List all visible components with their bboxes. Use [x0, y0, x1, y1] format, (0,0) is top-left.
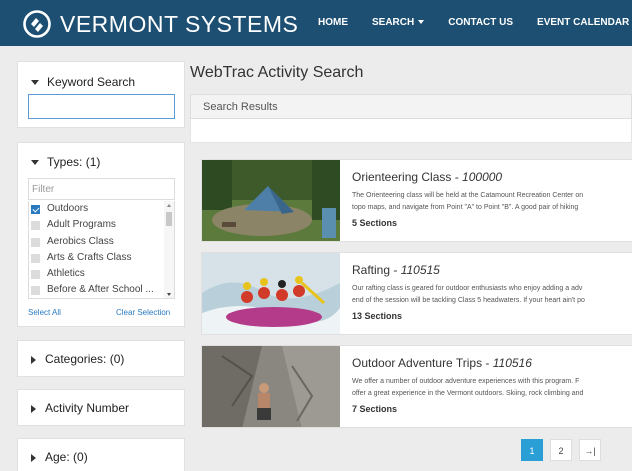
caret-right-icon	[31, 453, 36, 462]
type-option-label: Arts & Crafts Class	[47, 251, 132, 263]
categories-count: (0)	[109, 352, 125, 366]
checkbox-icon[interactable]	[31, 286, 40, 296]
types-scrollbar[interactable]	[164, 201, 174, 298]
types-title: Types:	[47, 155, 83, 169]
page-2-button[interactable]: 2	[550, 439, 572, 461]
scroll-down-icon[interactable]	[167, 293, 171, 296]
nav-contact-us[interactable]: CONTACT US	[448, 17, 513, 28]
type-option-label: Before & After School ...	[47, 284, 154, 296]
activity-card-orienteering[interactable]: Orienteering Class - 100000 The Orientee…	[201, 159, 632, 242]
types-filter-input[interactable]: Filter	[28, 178, 175, 200]
activity-description: We offer a number of outdoor adventure e…	[352, 376, 632, 400]
activity-card-rafting[interactable]: Rafting - 110515 Our rafting class is ge…	[201, 252, 632, 335]
categories-panel[interactable]: Categories: (0)	[17, 340, 185, 377]
type-option-adult-programs[interactable]: Adult Programs	[29, 217, 174, 233]
keyword-search-input[interactable]	[28, 94, 175, 119]
types-count: (1)	[85, 155, 101, 169]
last-page-button[interactable]: →|	[579, 439, 601, 461]
select-all-link[interactable]: Select All	[28, 308, 61, 317]
age-title: Age:	[45, 450, 70, 464]
activity-title[interactable]: Rafting - 110515	[352, 263, 440, 277]
types-toggle[interactable]: Types: (1)	[31, 155, 100, 169]
description-line: We offer a number of outdoor adventure e…	[352, 378, 580, 385]
activity-name: Orienteering Class -	[352, 170, 463, 184]
description-line: The Orienteering class will be held at t…	[352, 192, 584, 199]
activity-code: 110516	[492, 356, 532, 370]
clear-selection-link[interactable]: Clear Selection	[116, 308, 170, 317]
caret-right-icon	[31, 404, 36, 413]
description-line: offer a great experience in the Vermont …	[352, 390, 584, 397]
categories-toggle[interactable]: Categories: (0)	[31, 352, 124, 366]
activity-number-toggle[interactable]: Activity Number	[31, 401, 129, 415]
type-option-label: Athletics	[47, 268, 85, 280]
scroll-up-icon[interactable]	[167, 204, 171, 207]
checkbox-checked-icon[interactable]	[31, 205, 40, 214]
types-list: Outdoors Adult Programs Aerobics Class A…	[28, 201, 175, 299]
age-count: (0)	[73, 450, 88, 464]
activity-code: 110515	[400, 263, 440, 277]
chevron-down-icon	[418, 20, 425, 25]
caret-down-icon	[31, 80, 39, 86]
checkbox-icon[interactable]	[31, 221, 40, 231]
activity-image-rock-climbing[interactable]	[202, 346, 340, 427]
results-toolbar	[190, 119, 632, 143]
activity-image-camping[interactable]	[202, 160, 340, 241]
description-line: topo maps, and navigate from Point "A" t…	[352, 204, 579, 211]
type-option-label: Adult Programs	[47, 219, 116, 231]
activity-title[interactable]: Outdoor Adventure Trips - 110516	[352, 356, 532, 370]
activity-title[interactable]: Orienteering Class - 100000	[352, 170, 502, 184]
activity-number-panel[interactable]: Activity Number	[17, 389, 185, 426]
age-toggle[interactable]: Age: (0)	[31, 450, 88, 464]
checkbox-icon[interactable]	[31, 237, 40, 247]
page-title: WebTrac Activity Search	[190, 64, 364, 81]
brand-name: VERMONT SYSTEMS	[60, 10, 299, 37]
activity-description: Our rafting class is geared for outdoor …	[352, 283, 632, 307]
scrollbar-thumb[interactable]	[166, 212, 172, 226]
search-results-header: Search Results	[190, 94, 632, 119]
type-option-label: Outdoors	[47, 203, 89, 214]
type-option-before-after-school[interactable]: Before & After School ...	[29, 282, 174, 298]
nav-event-calendar[interactable]: EVENT CALENDAR	[537, 17, 629, 28]
vermont-systems-logo-icon	[23, 10, 51, 38]
activity-description: The Orienteering class will be held at t…	[352, 190, 632, 214]
main-nav: HOME SEARCH CONTACT US EVENT CALENDAR	[318, 17, 632, 28]
nav-search[interactable]: SEARCH	[372, 17, 425, 28]
sections-count[interactable]: 13 Sections	[352, 311, 402, 321]
type-option-outdoors[interactable]: Outdoors	[29, 201, 174, 217]
checkbox-icon[interactable]	[31, 253, 40, 263]
activity-image-rafting[interactable]	[202, 253, 340, 334]
activity-card-outdoor-adventure[interactable]: Outdoor Adventure Trips - 110516 We offe…	[201, 345, 632, 428]
page-1-button[interactable]: 1	[521, 439, 543, 461]
type-option-aerobics-class[interactable]: Aerobics Class	[29, 234, 174, 250]
activity-code: 100000	[462, 170, 503, 184]
types-panel: Types: (1) Filter Outdoors Adult Program…	[17, 142, 185, 327]
nav-home[interactable]: HOME	[318, 17, 348, 28]
type-option-athletics[interactable]: Athletics	[29, 266, 174, 282]
sections-count[interactable]: 5 Sections	[352, 218, 397, 228]
activity-number-title: Activity Number	[45, 401, 130, 415]
activity-name: Outdoor Adventure Trips -	[352, 356, 493, 370]
nav-search-label: SEARCH	[372, 17, 415, 28]
keyword-search-panel: Keyword Search	[17, 61, 185, 128]
brand-logo[interactable]: VERMONT SYSTEMS	[22, 9, 298, 39]
description-line: Our rafting class is geared for outdoor …	[352, 285, 583, 292]
description-line: end of the session will be tackling Clas…	[352, 297, 585, 304]
activity-name: Rafting -	[352, 263, 401, 277]
type-option-label: Aerobics Class	[47, 235, 114, 247]
age-panel[interactable]: Age: (0)	[17, 438, 185, 471]
type-option-arts-crafts[interactable]: Arts & Crafts Class	[29, 250, 174, 266]
checkbox-icon[interactable]	[31, 270, 40, 280]
keyword-search-toggle[interactable]: Keyword Search	[31, 75, 135, 89]
top-header: VERMONT SYSTEMS HOME SEARCH CONTACT US E…	[0, 0, 632, 46]
keyword-search-title: Keyword Search	[47, 75, 136, 89]
categories-title: Categories:	[45, 352, 107, 366]
caret-right-icon	[31, 355, 36, 364]
sections-count[interactable]: 7 Sections	[352, 404, 397, 414]
caret-down-icon	[31, 160, 39, 166]
